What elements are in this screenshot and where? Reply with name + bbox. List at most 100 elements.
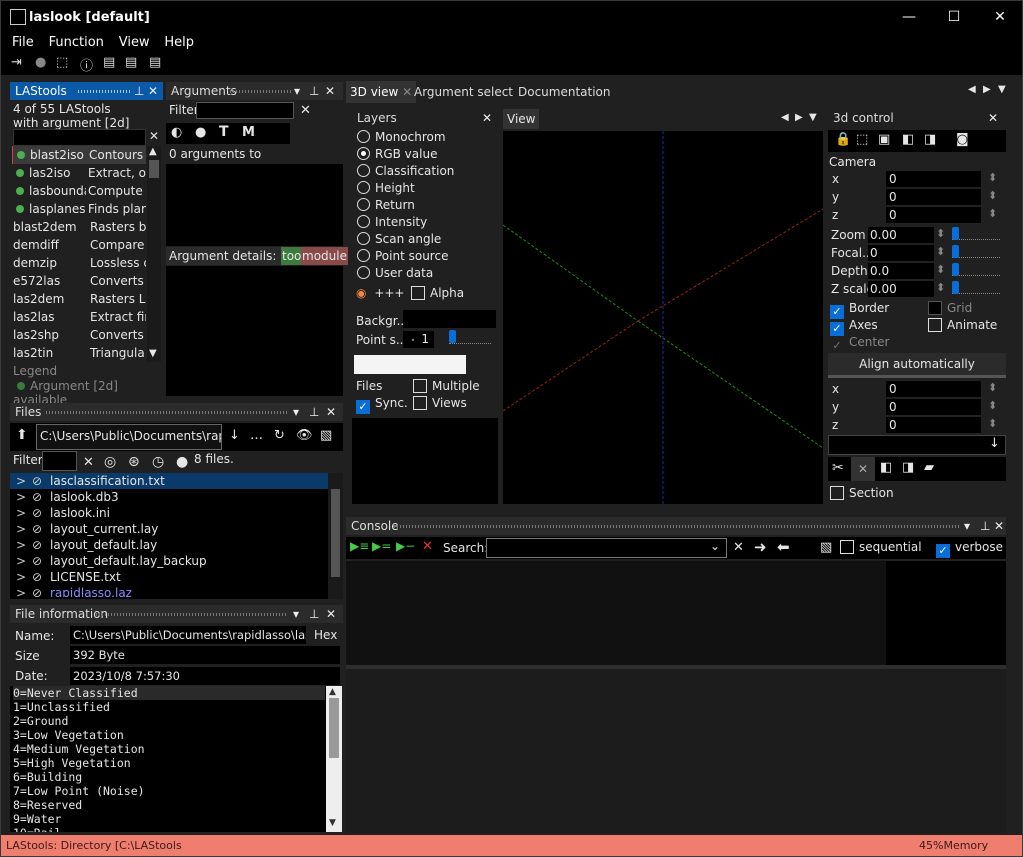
- grid-checkbox[interactable]: Grid: [928, 301, 972, 315]
- layers-icon[interactable]: ▧: [820, 540, 832, 555]
- slider-knob[interactable]: [952, 245, 959, 258]
- files-scrollbar[interactable]: [328, 473, 343, 599]
- files-filter-input[interactable]: [42, 451, 77, 471]
- clock-icon[interactable]: ◷: [152, 454, 164, 470]
- spinner-icon[interactable]: ⬍: [988, 189, 997, 202]
- pin-icon[interactable]: ⊥: [309, 82, 319, 100]
- camera-slider[interactable]: [952, 263, 1000, 276]
- slider-knob[interactable]: [449, 330, 456, 343]
- cancel-section-icon[interactable]: ✕: [851, 457, 875, 481]
- drag-handle[interactable]: [78, 90, 132, 93]
- expand-icon[interactable]: >: [10, 553, 32, 569]
- scroll-thumb[interactable]: [331, 489, 340, 577]
- multiple-check-box[interactable]: [413, 379, 427, 393]
- scroll-up-icon[interactable]: ▲: [149, 146, 157, 157]
- tool-row[interactable]: las2tin Triangula: [12, 344, 146, 362]
- layer-mode-radio[interactable]: Point source: [357, 248, 448, 265]
- camera-x-input[interactable]: 0: [886, 171, 981, 187]
- layer-mode-radio[interactable]: Intensity: [357, 214, 427, 231]
- cube-top-icon[interactable]: ◧: [902, 132, 914, 147]
- section-check-box[interactable]: [830, 486, 844, 500]
- file-row[interactable]: > ⊘ laslook.db3: [10, 489, 328, 505]
- tool-row[interactable]: las2shp Converts: [12, 326, 146, 344]
- dropdown-icon[interactable]: ▾: [293, 605, 299, 623]
- axes-check-box[interactable]: ✓: [830, 322, 844, 336]
- background-color-swatch[interactable]: [403, 310, 496, 328]
- file-row[interactable]: > ⊘ rapidlasso.laz: [10, 585, 328, 597]
- dropdown-icon[interactable]: ▾: [964, 517, 970, 535]
- radio-button[interactable]: [357, 130, 370, 143]
- hidden-eye-icon[interactable]: ⊘: [32, 585, 50, 597]
- close-icon[interactable]: ✕: [988, 109, 998, 127]
- record-icon[interactable]: ●: [35, 55, 46, 70]
- color-bar[interactable]: [354, 355, 466, 374]
- alpha-check-box[interactable]: [411, 286, 425, 300]
- run-minus-icon[interactable]: ▶−: [396, 539, 415, 553]
- up-arrow-icon[interactable]: ⬆: [16, 427, 28, 443]
- section-input[interactable]: ↓: [828, 435, 1006, 455]
- point-size-slider[interactable]: [449, 330, 491, 344]
- lastools-filter-input[interactable]: [13, 129, 146, 146]
- cloud-icon[interactable]: ●: [195, 125, 206, 140]
- close-window-button[interactable]: ✕: [977, 5, 1023, 29]
- console-search-input[interactable]: ⌄: [486, 538, 727, 558]
- pin-icon[interactable]: ⊥: [309, 605, 319, 623]
- border-checkbox[interactable]: ✓ Border: [830, 301, 889, 319]
- file-row[interactable]: > ⊘ layout_default.lay_backup: [10, 553, 328, 569]
- tool-row[interactable]: demdiff Compare: [12, 236, 146, 254]
- border-check-box[interactable]: ✓: [830, 305, 844, 319]
- expand-icon[interactable]: >: [10, 521, 32, 537]
- center-checkbox[interactable]: ✓ Center: [830, 335, 889, 354]
- run-icon[interactable]: ⇥: [11, 55, 22, 70]
- clear-icon[interactable]: ✕: [83, 455, 94, 470]
- tool-row[interactable]: blast2iso Contours: [12, 146, 146, 164]
- sync-checkbox[interactable]: ✓ Sync.: [356, 396, 408, 414]
- terminal-icon[interactable]: ⬚: [56, 55, 68, 70]
- scroll-thumb[interactable]: [149, 160, 159, 178]
- expand-icon[interactable]: >: [10, 537, 32, 553]
- zoom-input[interactable]: 0.00: [868, 227, 934, 243]
- views-check-box[interactable]: [413, 396, 427, 410]
- tab-scroll-left-icon[interactable]: ◀: [968, 84, 976, 95]
- verbose-checkbox[interactable]: ✓ verbose: [936, 540, 1003, 558]
- dropdown-icon[interactable]: ▾: [293, 403, 299, 421]
- eye-icon[interactable]: 👁: [296, 428, 313, 443]
- clear-search-icon[interactable]: ✕: [733, 540, 744, 555]
- text-icon[interactable]: T: [219, 124, 229, 140]
- camera-slider[interactable]: [952, 227, 1000, 240]
- scroll-up-icon[interactable]: ▲: [329, 687, 336, 697]
- close-icon[interactable]: ✕: [482, 109, 492, 127]
- spinner-icon[interactable]: •: [411, 336, 416, 345]
- chevron-down-icon[interactable]: ⌄: [710, 539, 720, 553]
- tool-row[interactable]: demzip Lossless c: [12, 254, 146, 272]
- multiple-checkbox[interactable]: Multiple: [413, 379, 480, 393]
- tool-row[interactable]: e572las Converts: [12, 272, 146, 290]
- 3d-viewport[interactable]: [502, 131, 824, 504]
- view-next-icon[interactable]: ▶: [795, 112, 803, 123]
- minimize-button[interactable]: —: [886, 5, 932, 29]
- cube-side-icon[interactable]: ◨: [924, 132, 936, 147]
- clear-icon[interactable]: ✕: [300, 103, 311, 118]
- scissors-icon[interactable]: ✂: [832, 460, 844, 476]
- slider-knob[interactable]: [952, 263, 959, 276]
- hidden-eye-icon[interactable]: ⊘: [32, 505, 50, 521]
- camera-z-input[interactable]: 0: [886, 207, 981, 223]
- book-icon[interactable]: ▤: [103, 55, 115, 70]
- sequential-check-box[interactable]: [840, 540, 854, 554]
- tab-documentation[interactable]: Documentation: [514, 81, 615, 103]
- spinner-icon[interactable]: ⬍: [988, 171, 997, 184]
- axes-checkbox[interactable]: ✓ Axes: [830, 318, 878, 336]
- spinner-icon[interactable]: ⬍: [936, 263, 945, 276]
- content-scrollbar[interactable]: ▲ ▼: [326, 686, 342, 832]
- spinner-icon[interactable]: ⬍: [936, 281, 945, 294]
- color-wheel-icon[interactable]: ◉: [356, 286, 366, 300]
- close-icon[interactable]: ✕: [148, 82, 158, 100]
- tab-3d-view[interactable]: 3D view ✕: [346, 81, 417, 103]
- dropdown-icon[interactable]: ▾: [294, 82, 300, 100]
- tab-argument-select[interactable]: Argument select: [410, 81, 517, 103]
- radio-button[interactable]: [357, 232, 370, 245]
- section-z-input[interactable]: 0: [886, 417, 981, 433]
- verbose-check-box[interactable]: ✓: [936, 544, 950, 558]
- camera-slider[interactable]: [952, 245, 1000, 258]
- center-check-box[interactable]: ✓: [830, 340, 844, 354]
